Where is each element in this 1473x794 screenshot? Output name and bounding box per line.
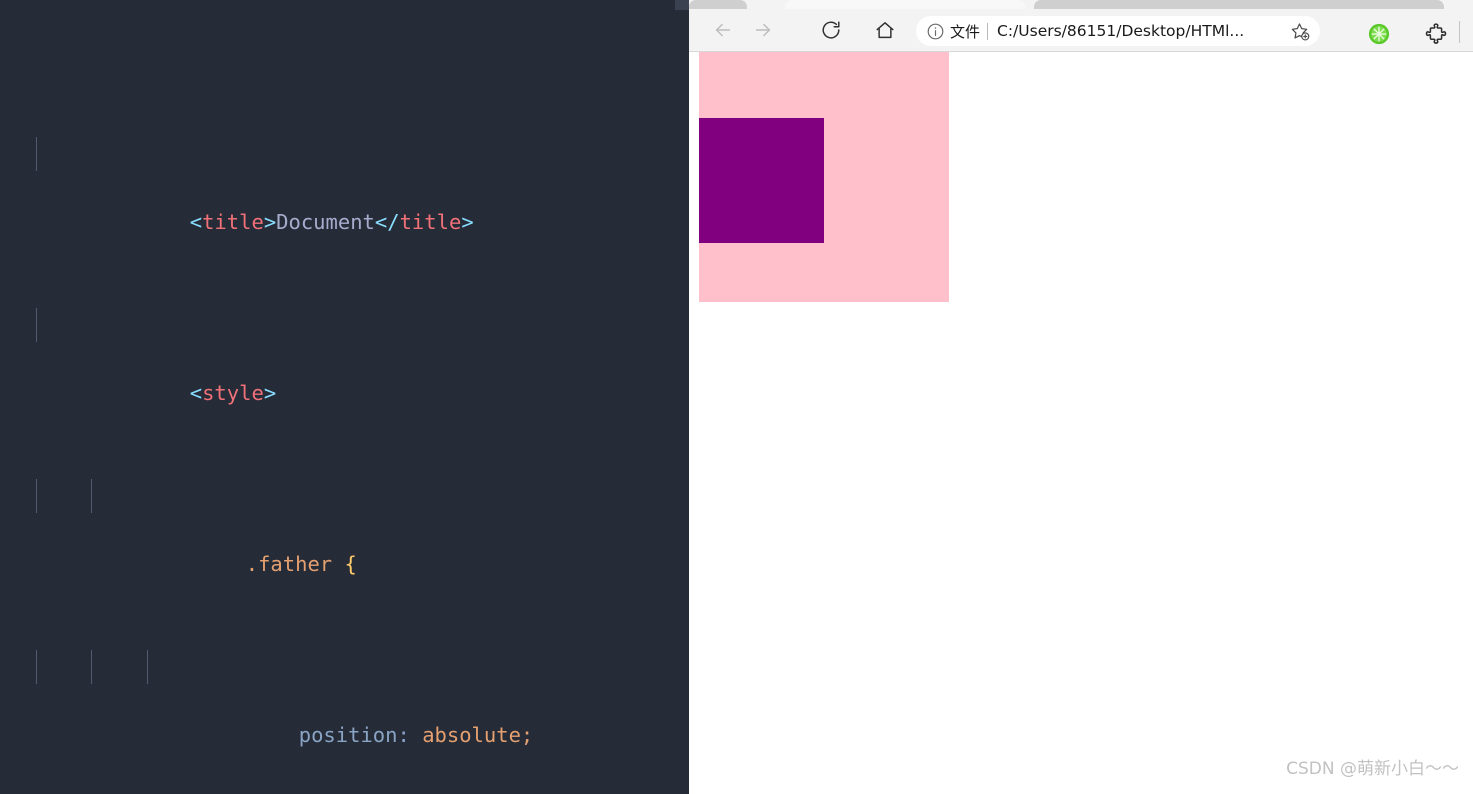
token-punct: </ xyxy=(374,210,400,235)
info-circle-icon[interactable] xyxy=(926,22,945,41)
token-punct: > xyxy=(263,381,277,406)
token-selector: .father xyxy=(245,552,333,577)
token-tag: title xyxy=(399,210,462,235)
token-property: position: xyxy=(298,723,410,748)
token-punct: > xyxy=(461,210,474,235)
token-tag: title xyxy=(202,210,264,235)
reload-icon xyxy=(822,21,840,39)
browser-tab[interactable] xyxy=(689,0,747,9)
browser-tab[interactable] xyxy=(1034,0,1444,9)
star-add-icon xyxy=(1291,22,1309,40)
token-punct: > xyxy=(263,210,277,235)
home-icon xyxy=(876,22,894,39)
url-scheme-label: 文件 xyxy=(950,22,981,41)
omnibox-divider xyxy=(987,22,989,40)
token-text: Document xyxy=(276,210,375,235)
puzzle-extensions-icon xyxy=(1425,23,1447,44)
code-line[interactable]: <title>Document</title> xyxy=(0,136,689,234)
address-bar[interactable]: 文件 C:/Users/86151/Desktop/HTMl... xyxy=(916,16,1320,46)
toolbar-divider xyxy=(1459,21,1460,43)
editor-code-area[interactable]: <title>Document</title> <style> .father … xyxy=(0,0,689,794)
code-line[interactable]: position: absolute; xyxy=(0,649,689,747)
screenshot-root: <title>Document</title> <style> .father … xyxy=(0,0,1473,794)
favorite-button[interactable] xyxy=(1286,18,1312,44)
forward-button[interactable] xyxy=(743,10,783,50)
code-line[interactable]: .father { xyxy=(0,478,689,576)
page-viewport: CSDN @萌新小白～～ xyxy=(689,52,1473,794)
reload-button[interactable] xyxy=(811,10,851,50)
extensions-button[interactable] xyxy=(1424,22,1448,46)
father-box xyxy=(699,52,949,302)
token-brace: { xyxy=(344,552,357,577)
url-text[interactable]: C:/Users/86151/Desktop/HTMl... xyxy=(997,22,1286,40)
token-tag: style xyxy=(202,381,264,406)
browser-toolbar: 文件 C:/Users/86151/Desktop/HTMl... xyxy=(689,9,1473,52)
code-line[interactable]: <style> xyxy=(0,307,689,405)
son-box xyxy=(699,118,824,243)
token-value: absolute; xyxy=(422,723,534,748)
home-button[interactable] xyxy=(865,10,905,50)
csdn-watermark: CSDN @萌新小白～～ xyxy=(1286,759,1459,779)
browser-tabstrip[interactable] xyxy=(689,0,1473,9)
arrow-left-icon xyxy=(715,23,731,37)
lime-extension-button[interactable] xyxy=(1368,23,1390,45)
lime-extension-icon xyxy=(1368,23,1390,45)
token-punct: < xyxy=(189,210,203,235)
back-button[interactable] xyxy=(703,10,743,50)
browser-tab-active[interactable] xyxy=(785,0,1025,9)
token-punct: < xyxy=(189,381,203,406)
code-editor-pane[interactable]: <title>Document</title> <style> .father … xyxy=(0,0,689,794)
arrow-right-icon xyxy=(755,23,771,37)
browser-window: 文件 C:/Users/86151/Desktop/HTMl... CSDN @… xyxy=(689,0,1473,794)
